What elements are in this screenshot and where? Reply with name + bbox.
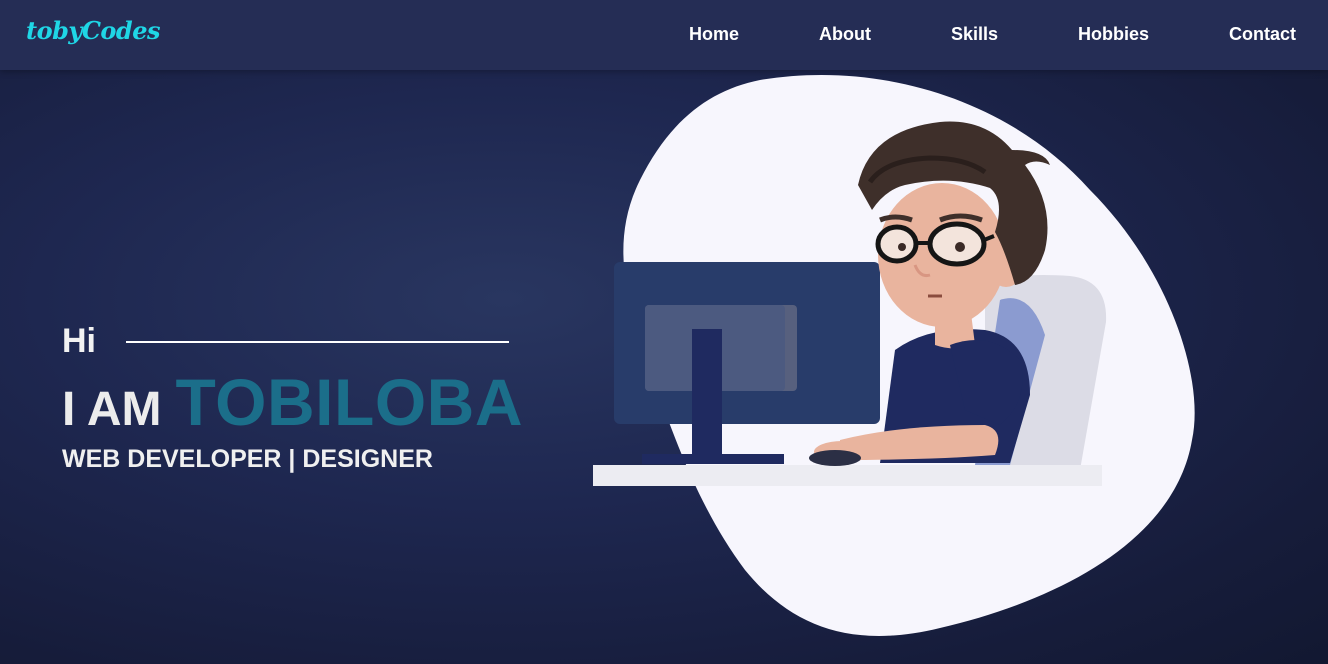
hero-role: WEB DEVELOPER | DESIGNER: [62, 445, 433, 473]
logo[interactable]: tobyCodes: [26, 16, 161, 45]
monitor-base: [642, 454, 784, 464]
nav-link-hobbies[interactable]: Hobbies: [1078, 24, 1149, 45]
greeting-divider: [126, 341, 509, 343]
left-eye: [898, 243, 906, 251]
navbar: tobyCodes Home About Skills Hobbies Cont…: [0, 0, 1328, 70]
hero-greeting: Hi: [62, 322, 96, 360]
hero-heading: I AM TOBILOBA: [62, 364, 523, 440]
nav-link-contact[interactable]: Contact: [1229, 24, 1296, 45]
right-eye: [955, 242, 965, 252]
monitor-stand: [692, 329, 722, 457]
hero-intro: I AM: [62, 383, 162, 436]
developer-at-computer-illustration: [593, 74, 1195, 636]
nav-link-skills[interactable]: Skills: [951, 24, 998, 45]
desk: [593, 465, 1102, 486]
nav-link-about[interactable]: About: [819, 24, 871, 45]
nav-link-home[interactable]: Home: [689, 24, 739, 45]
glasses-left-lens: [875, 224, 919, 264]
hero-name: TOBILOBA: [175, 365, 523, 439]
mouse: [809, 450, 861, 466]
